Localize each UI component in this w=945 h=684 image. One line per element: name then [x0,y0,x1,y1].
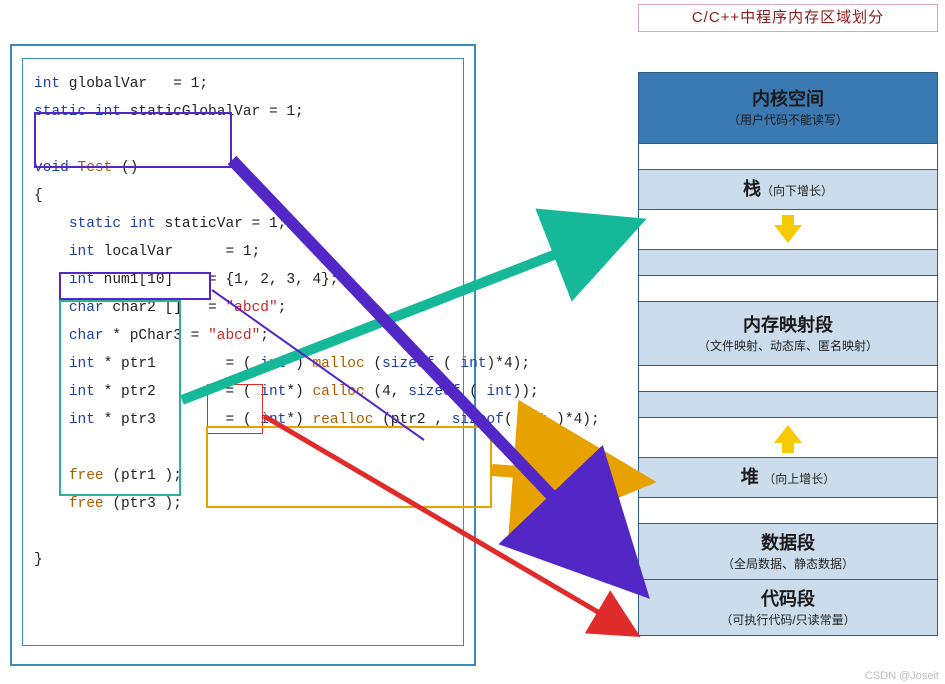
code-line: int * ptr2 = ( int*) calloc (4, sizeof (… [34,384,539,400]
mem-data-segment: 数据段 （全局数据、静态数据） [639,523,937,579]
mem-kernel-sub: （用户代码不能读写） [728,112,848,129]
code-line: char char2 [] = "abcd"; [34,300,286,316]
mem-heap-note: （向上增长） [763,472,835,486]
memory-layout: 内核空间 （用户代码不能读写） 栈（向下增长） 内存映射段 （文件映射、动态库、… [638,72,938,636]
mem-mmap: 内存映射段 （文件映射、动态库、匿名映射） [639,301,937,365]
mem-gap [639,497,937,523]
mem-stack-note: （向下增长） [761,184,833,198]
code-line: static int staticGlobalVar = 1; [34,104,304,120]
mem-data-title: 数据段 [761,531,815,556]
mem-gap [639,365,937,391]
code-line [34,440,43,456]
code-line: int globalVar = 1; [34,76,208,92]
code-line [34,132,43,148]
code-line: static int staticVar = 1; [34,216,286,232]
mem-code-sub: （可执行代码/只读常量） [720,612,855,629]
mem-gap [639,143,937,169]
mem-code-segment: 代码段 （可执行代码/只读常量） [639,579,937,635]
mem-data-sub: （全局数据、静态数据） [722,556,854,573]
mem-code-title: 代码段 [761,587,815,612]
mem-stack-title: 栈 [743,179,761,199]
mem-mmap-title: 内存映射段 [743,313,833,338]
mem-kernel-title: 内核空间 [752,87,824,112]
arrow-heap [492,470,628,480]
arrow-down-icon [774,225,802,243]
code-block: int globalVar = 1; static int staticGlob… [34,70,454,574]
mem-heap-title: 堆 [741,467,759,487]
mem-heap-header: 堆 （向上增长） [639,457,937,497]
code-line: int * ptr1 = ( int*) malloc (sizeof ( in… [34,356,530,372]
code-line: free (ptr1 ); [34,468,182,484]
mem-heap-pad [639,391,937,417]
code-line: int * ptr3 = ( int*) realloc (ptr2 , siz… [34,412,600,428]
mem-stack-pad [639,249,937,275]
code-line: } [34,552,43,568]
code-line: void Test () [34,160,138,176]
code-line: free (ptr3 ); [34,496,182,512]
mem-kernel: 内核空间 （用户代码不能读写） [639,73,937,143]
watermark: CSDN @Joseit [865,670,939,682]
code-line: int localVar = 1; [34,244,260,260]
mem-mmap-sub: （文件映射、动态库、匿名映射） [698,338,878,355]
code-line: { [34,188,43,204]
arrow-up-icon [774,425,802,443]
mem-stack-arrow-row [639,209,937,249]
code-line: char * pChar3 = "abcd"; [34,328,269,344]
code-line: int num1[10] = {1, 2, 3, 4}; [34,272,339,288]
code-line [34,524,43,540]
mem-stack-header: 栈（向下增长） [639,169,937,209]
diagram-title: C/C++中程序内存区域划分 [638,4,938,32]
mem-gap [639,275,937,301]
mem-heap-arrow-row [639,417,937,457]
